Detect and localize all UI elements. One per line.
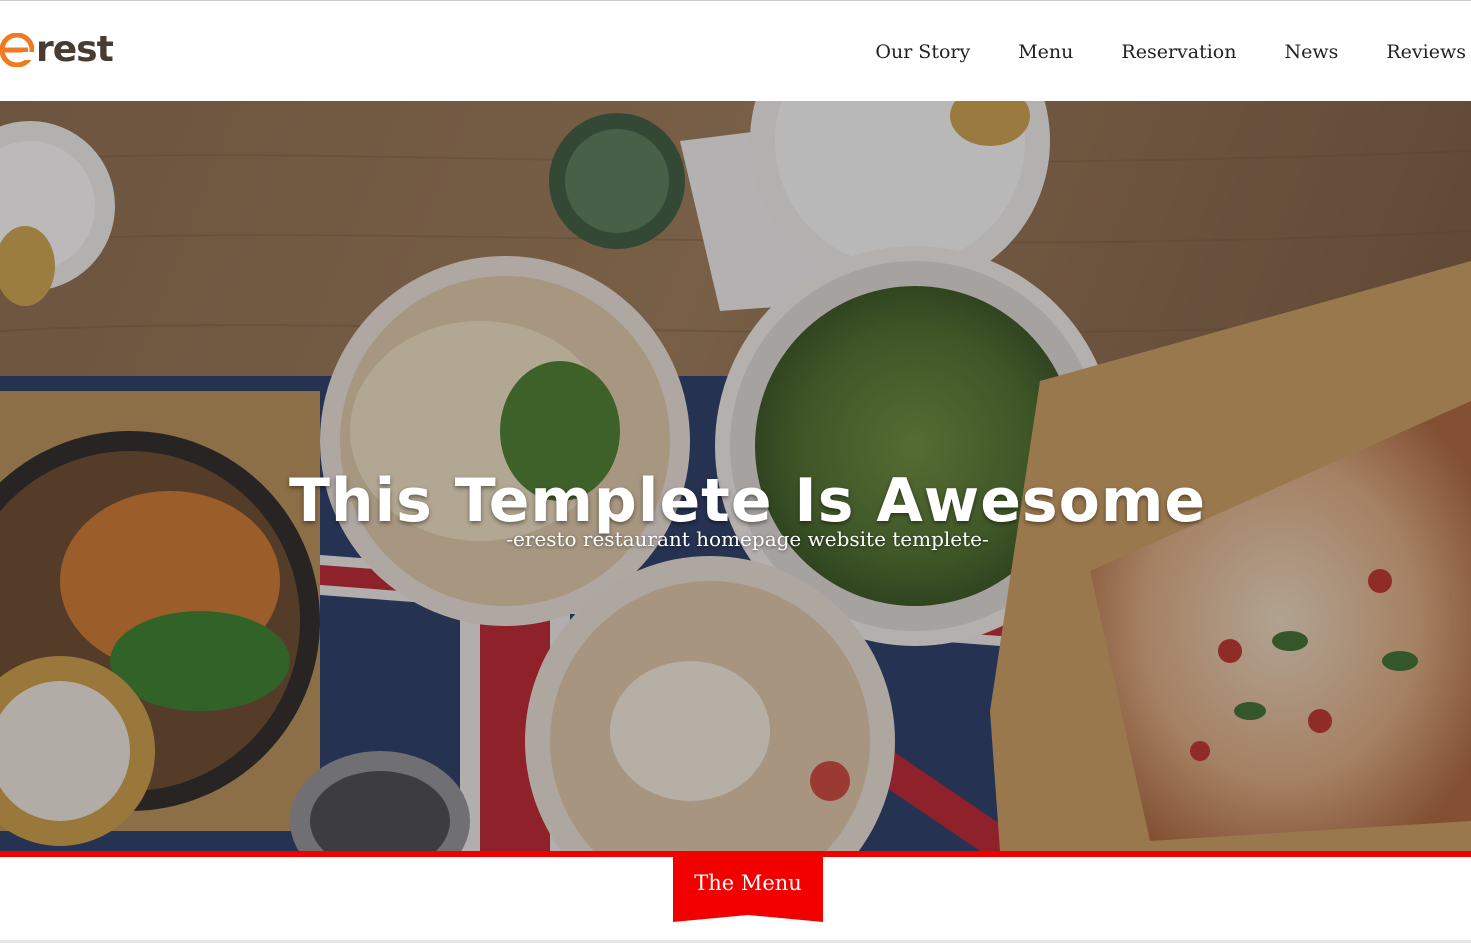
logo-e-icon [0,33,34,67]
nav-news[interactable]: News [1284,41,1338,63]
logo-text: rest [36,29,114,70]
the-menu-label: The Menu [694,871,802,895]
hero-banner: This Templete Is Awesome -eresto restaur… [0,101,1471,851]
nav-reservation[interactable]: Reservation [1121,41,1236,63]
nav-menu[interactable]: Menu [1018,41,1073,63]
main-nav: Our Story Menu Reservation News Reviews [827,41,1466,63]
hero-subtitle: -eresto restaurant homepage website temp… [506,527,989,551]
nav-our-story[interactable]: Our Story [875,41,970,63]
the-menu-tab[interactable]: The Menu [673,851,823,922]
nav-reviews[interactable]: Reviews [1386,41,1466,63]
logo[interactable]: rest [0,28,114,72]
hero-title: This Templete Is Awesome [288,466,1207,537]
page: rest Our Story Menu Reservation News Rev… [0,0,1471,943]
site-header: rest Our Story Menu Reservation News Rev… [0,1,1471,101]
